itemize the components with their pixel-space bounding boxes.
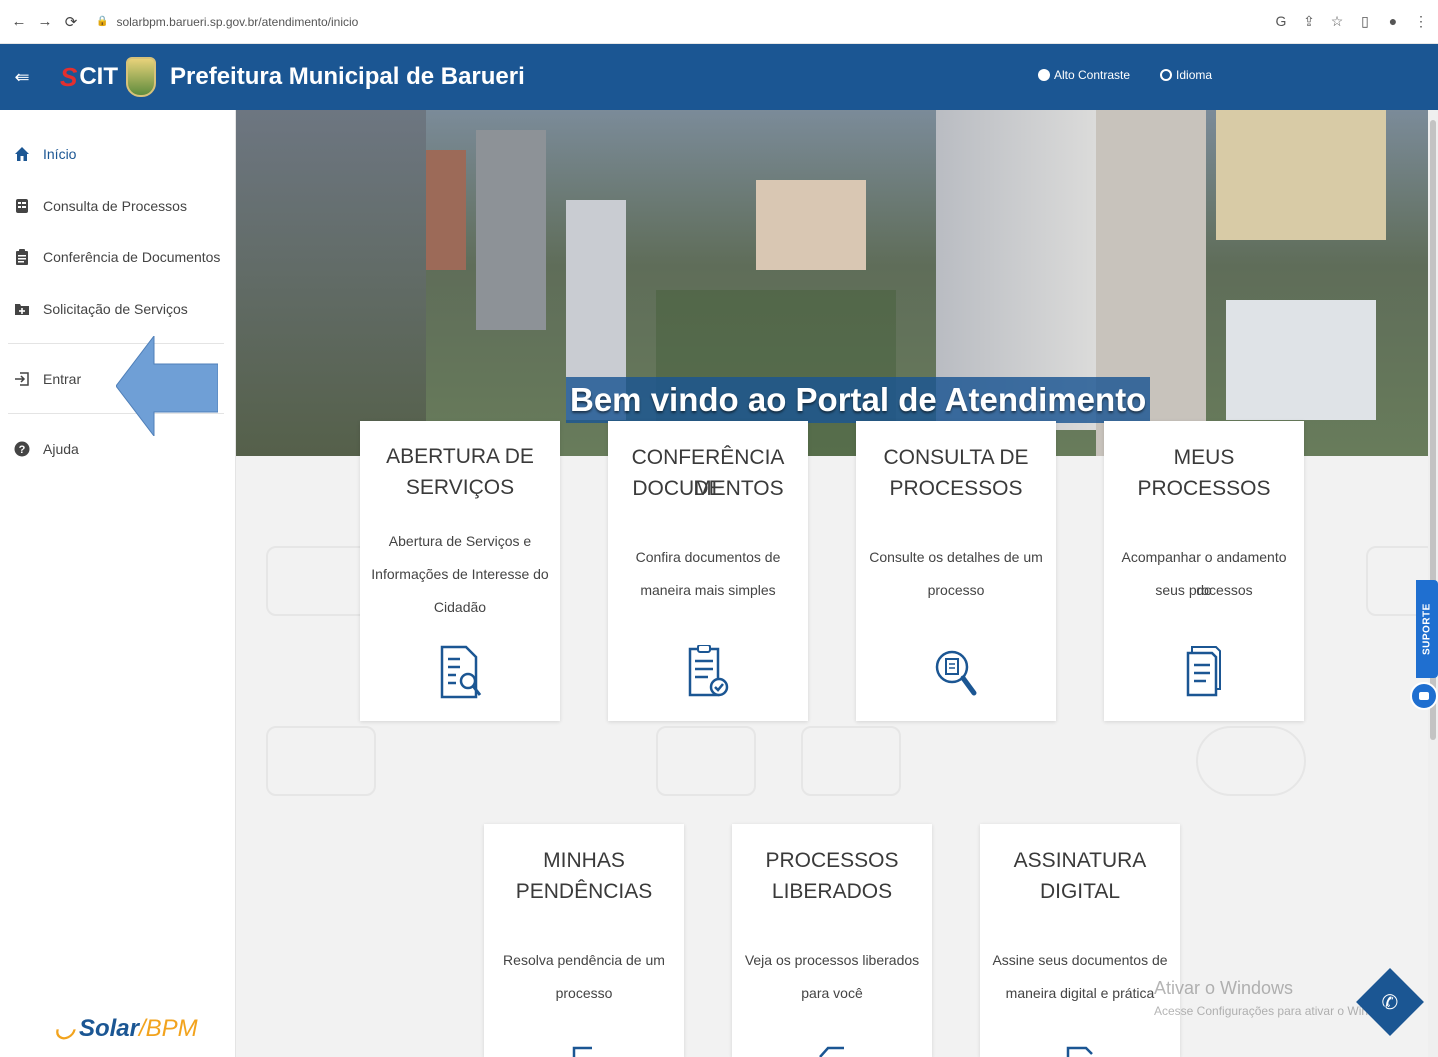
card-minhas-pendencias[interactable]: MINHAS PENDÊNCIAS Resolva pendência de u… xyxy=(484,824,684,1057)
share-icon[interactable]: ⇪ xyxy=(1300,13,1318,30)
folder-plus-icon xyxy=(14,301,30,317)
star-icon[interactable]: ☆ xyxy=(1328,13,1346,30)
card-title: DIGITAL xyxy=(1039,880,1121,903)
cit-logo: S CIT xyxy=(60,61,119,92)
documents-icon xyxy=(1186,646,1221,697)
card-description: maneira digital e prática xyxy=(1005,985,1155,1001)
card-description: processo xyxy=(927,582,985,598)
clipboard-icon xyxy=(14,249,30,265)
header-actions: Alto Contraste Idioma xyxy=(1038,68,1212,82)
list-icon xyxy=(14,198,30,214)
profile-icon[interactable]: ● xyxy=(1384,13,1402,30)
svg-text:?: ? xyxy=(19,444,26,456)
hero-banner: Bem vindo ao Portal de Atendimento xyxy=(236,110,1428,456)
card-title: MEUS xyxy=(1173,446,1235,469)
card-assinatura-digital[interactable]: ASSINATURA DIGITAL Assine seus documento… xyxy=(980,824,1180,1057)
login-icon xyxy=(14,371,30,387)
home-icon xyxy=(14,146,30,162)
help-icon: ? xyxy=(14,441,30,457)
globe-icon xyxy=(1160,69,1173,81)
card-description: Cidadão xyxy=(433,599,487,615)
card-title: PROCESSOS xyxy=(765,849,899,872)
card-processos-liberados[interactable]: PROCESSOS LIBERADOS Veja os processos li… xyxy=(732,824,932,1057)
solar-icon: ◡ xyxy=(54,1015,75,1042)
browser-toolbar: ← → ⟳ 🔒 solarbpm.barueri.sp.gov.br/atend… xyxy=(0,0,1438,44)
hero-title: Bem vindo ao Portal de Atendimento xyxy=(566,377,1151,423)
google-icon[interactable]: G xyxy=(1272,13,1290,30)
high-contrast-button[interactable]: Alto Contraste xyxy=(1038,68,1130,82)
contrast-icon xyxy=(1038,69,1050,81)
card-description: Abertura de Serviços e xyxy=(388,533,532,549)
forward-icon[interactable]: → xyxy=(34,11,56,33)
sidepanel-icon[interactable]: ▯ xyxy=(1356,13,1374,30)
sidebar-item-label: Ajuda xyxy=(43,441,79,457)
card-description: Resolva pendência de um xyxy=(503,952,665,968)
sidebar-item-conferencia-documentos[interactable]: Conferência de Documentos xyxy=(0,237,236,277)
card-title: CONSULTA DE xyxy=(883,446,1029,469)
lock-icon: 🔒 xyxy=(96,16,109,27)
url-text: solarbpm.barueri.sp.gov.br/atendimento/i… xyxy=(116,14,359,29)
card-description: Confira documentos de xyxy=(635,549,781,565)
card-title: ABERTURA DE xyxy=(386,445,534,468)
card-consulta-processos[interactable]: CONSULTA DE PROCESSOS Consulte os detalh… xyxy=(856,421,1056,721)
card-title: LIBERADOS xyxy=(771,880,893,903)
sidebar-item-label: Solicitação de Serviços xyxy=(43,301,188,317)
app-header: ⇚ S CIT Prefeitura Municipal de Barueri A… xyxy=(0,44,1438,110)
sidebar: Início Consulta de Processos Conferência… xyxy=(0,110,236,1057)
chat-icon[interactable] xyxy=(1410,682,1438,710)
card-description: Consulte os detalhes de um xyxy=(869,549,1043,565)
browser-actions: G ⇪ ☆ ▯ ● ⋮ xyxy=(1272,13,1430,30)
pending-icon xyxy=(572,1046,592,1057)
card-title: PROCESSOS xyxy=(1137,477,1271,500)
solar-bpm-logo: ◡ Solar / BPM xyxy=(54,1014,198,1043)
card-title: MINHAS xyxy=(543,849,625,872)
document-check-icon xyxy=(688,645,729,697)
card-description: processo xyxy=(555,985,613,1001)
card-title: PROCESSOS xyxy=(889,477,1023,500)
document-search-icon xyxy=(440,645,482,699)
menu-collapse-icon[interactable]: ⇚ xyxy=(0,67,44,88)
sidebar-item-solicitacao-servicos[interactable]: Solicitação de Serviços xyxy=(0,289,236,329)
card-meus-processos[interactable]: MEUS PROCESSOS Acompanhar o andamento do… xyxy=(1104,421,1304,721)
sidebar-item-consulta-processos[interactable]: Consulta de Processos xyxy=(0,186,236,226)
phone-icon: ✆ xyxy=(1381,991,1399,1014)
released-icon xyxy=(819,1046,844,1057)
card-conferencia-documentos[interactable]: CONFERÊNCIA DE DOCUMENTOS Confira docume… xyxy=(608,421,808,721)
sidebar-item-label: Conferência de Documentos xyxy=(43,249,221,265)
magnifier-document-icon xyxy=(935,650,977,696)
address-bar[interactable]: 🔒 solarbpm.barueri.sp.gov.br/atendimento… xyxy=(96,15,358,29)
signature-icon xyxy=(1066,1046,1093,1057)
sidebar-item-label: Início xyxy=(43,146,77,162)
sidebar-item-label: Consulta de Processos xyxy=(43,198,187,214)
high-contrast-label: Alto Contraste xyxy=(1054,68,1131,82)
annotation-arrow-icon xyxy=(116,336,218,436)
barueri-crest-icon xyxy=(126,57,157,97)
sidebar-item-inicio[interactable]: Início xyxy=(0,134,236,174)
language-button[interactable]: Idioma xyxy=(1160,68,1212,82)
windows-activation-title: Ativar o Windows xyxy=(1154,978,1294,998)
card-description: Assine seus documentos de xyxy=(992,952,1168,968)
reload-icon[interactable]: ⟳ xyxy=(60,11,82,33)
card-title: SERVIÇOS xyxy=(405,476,515,499)
card-description: seus processos xyxy=(1155,582,1253,598)
card-abertura-servicos[interactable]: ABERTURA DE SERVIÇOS Abertura de Serviço… xyxy=(360,421,560,721)
page-title: Prefeitura Municipal de Barueri xyxy=(170,63,525,90)
support-tab[interactable]: SUPORTE xyxy=(1416,580,1438,678)
language-label: Idioma xyxy=(1176,68,1213,82)
card-description: maneira mais simples xyxy=(640,582,776,598)
sidebar-item-label: Entrar xyxy=(43,371,82,387)
back-icon[interactable]: ← xyxy=(8,11,30,33)
card-description: para você xyxy=(801,985,863,1001)
card-description: Veja os processos liberados xyxy=(744,952,920,968)
card-description: Informações de Interesse do xyxy=(371,566,549,582)
menu-dots-icon[interactable]: ⋮ xyxy=(1412,13,1430,30)
card-title: DOCUMENTOS xyxy=(632,477,784,500)
card-title: PENDÊNCIAS xyxy=(515,880,653,903)
card-title: ASSINATURA xyxy=(1013,849,1147,872)
